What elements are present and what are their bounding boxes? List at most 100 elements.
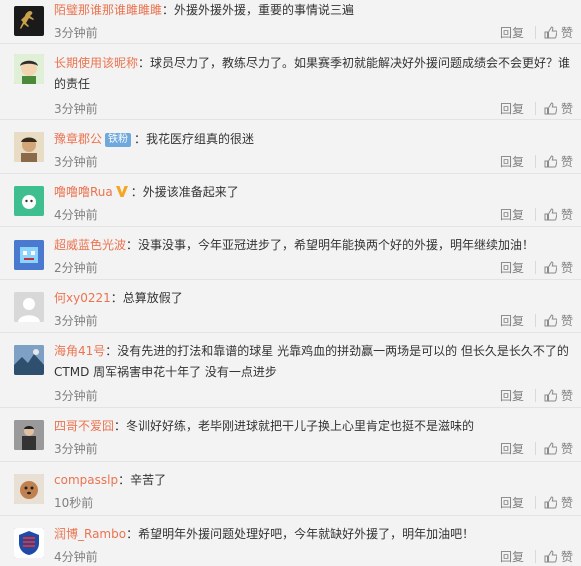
like-button[interactable]: 赞: [544, 24, 573, 41]
like-label: 赞: [560, 550, 573, 564]
like-button[interactable]: 赞: [544, 387, 573, 404]
reply-button[interactable]: 回复: [500, 24, 524, 41]
like-button[interactable]: 赞: [544, 206, 573, 223]
user-name[interactable]: 海角41号: [54, 344, 105, 358]
comment-item: 陌璧那谁那谁雎雎雎：外援外援外援，重要的事情说三遍 3分钟前 回复 赞: [0, 0, 581, 44]
vip-icon[interactable]: [115, 184, 129, 198]
comment-item: 长期使用该昵称：球员尽力了，教练尽力了。如果赛季初就能解决好外援问题成绩会不会更…: [0, 44, 581, 120]
comment-text: compasslp：辛苦了: [54, 470, 571, 491]
comment-text: 豫章郡公 铁粉 ：我花医疗组真的很迷: [54, 129, 571, 150]
avatar[interactable]: [14, 420, 44, 450]
divider: [534, 261, 536, 274]
comment-text: 噜噜噜Rua ：外援该准备起来了: [54, 182, 571, 203]
comment-text: 四哥不爱囧：冬训好好练，老毕刚进球就把干儿子换上心里肯定也挺不是滋味的: [54, 416, 571, 437]
avatar[interactable]: [14, 132, 44, 162]
comment-list: 陌璧那谁那谁雎雎雎：外援外援外援，重要的事情说三遍 3分钟前 回复 赞 长期使用…: [0, 0, 581, 566]
comment-time: 2分钟前: [54, 261, 98, 275]
reply-button[interactable]: 回复: [500, 387, 524, 404]
comment-text: 海角41号：没有先进的打法和靠谱的球星 光靠鸡血的拼劲赢一两场是可以的 但长久是…: [54, 341, 571, 383]
like-label: 赞: [560, 261, 573, 275]
user-name[interactable]: 长期使用该昵称: [54, 56, 138, 70]
reply-button[interactable]: 回复: [500, 153, 524, 170]
comment-time: 4分钟前: [54, 208, 98, 222]
comment-time: 4分钟前: [54, 550, 98, 564]
reply-button[interactable]: 回复: [500, 312, 524, 329]
avatar[interactable]: [14, 240, 44, 270]
thumbs-up-icon: [544, 389, 557, 402]
thumbs-up-icon: [544, 26, 557, 39]
avatar[interactable]: [14, 474, 44, 504]
like-label: 赞: [560, 26, 573, 40]
user-name[interactable]: 四哥不爱囧: [54, 419, 114, 433]
comment-time: 3分钟前: [54, 442, 98, 456]
avatar[interactable]: [14, 186, 44, 216]
comment-time: 3分钟前: [54, 26, 98, 40]
reply-button[interactable]: 回复: [500, 206, 524, 223]
comment-item: 超威蓝色光波：没事没事，今年亚冠进步了，希望明年能换两个好的外援，明年继续加油！…: [0, 227, 581, 280]
user-name[interactable]: 何xy0221: [54, 291, 111, 305]
divider: [534, 208, 536, 221]
divider: [534, 26, 536, 39]
thumbs-up-icon: [544, 550, 557, 563]
like-label: 赞: [560, 496, 573, 510]
thumbs-up-icon: [544, 442, 557, 455]
like-button[interactable]: 赞: [544, 312, 573, 329]
reply-button[interactable]: 回复: [500, 100, 524, 117]
comment-actions: 回复 赞: [500, 440, 573, 457]
divider: [534, 389, 536, 402]
comment-actions: 回复 赞: [500, 494, 573, 511]
avatar[interactable]: [14, 54, 44, 84]
like-button[interactable]: 赞: [544, 259, 573, 276]
reply-button[interactable]: 回复: [500, 494, 524, 511]
divider: [534, 496, 536, 509]
comment-actions: 回复 赞: [500, 259, 573, 276]
comment-item: compasslp：辛苦了 10秒前 回复 赞: [0, 462, 581, 516]
like-button[interactable]: 赞: [544, 548, 573, 565]
reply-button[interactable]: 回复: [500, 440, 524, 457]
comment-text: 何xy0221：总算放假了: [54, 288, 571, 309]
comment-actions: 回复 赞: [500, 312, 573, 329]
user-name[interactable]: 陌璧那谁那谁雎雎雎: [54, 3, 162, 17]
user-name[interactable]: 噜噜噜Rua: [54, 185, 113, 199]
comment-body: ：总算放假了: [110, 291, 183, 305]
like-button[interactable]: 赞: [544, 153, 573, 170]
comment-item: 何xy0221：总算放假了 3分钟前 回复 赞: [0, 280, 581, 333]
comment-actions: 回复 赞: [500, 387, 573, 404]
thumbs-up-icon: [544, 261, 557, 274]
comment-item: 噜噜噜Rua ：外援该准备起来了 4分钟前 回复 赞: [0, 174, 581, 227]
comment-text: 润博_Rambo：希望明年外援问题处理好吧，今年就缺好外援了，明年加油吧！: [54, 524, 571, 545]
thumbs-up-icon: [544, 496, 557, 509]
divider: [534, 155, 536, 168]
user-name[interactable]: 豫章郡公: [54, 132, 102, 146]
avatar[interactable]: [14, 345, 44, 375]
avatar[interactable]: [14, 292, 44, 322]
user-name[interactable]: compasslp: [54, 473, 118, 487]
avatar[interactable]: [14, 6, 44, 36]
like-button[interactable]: 赞: [544, 100, 573, 117]
thumbs-up-icon: [544, 208, 557, 221]
user-name[interactable]: 超威蓝色光波: [54, 238, 126, 252]
divider: [534, 442, 536, 455]
avatar[interactable]: [14, 528, 44, 558]
user-name[interactable]: 润博_Rambo: [54, 527, 126, 541]
like-label: 赞: [560, 102, 573, 116]
comment-time: 3分钟前: [54, 389, 98, 403]
fan-badge[interactable]: 铁粉: [105, 133, 132, 147]
divider: [534, 550, 536, 563]
comment-actions: 回复 赞: [500, 548, 573, 565]
thumbs-up-icon: [544, 155, 557, 168]
comment-body: ：冬训好好练，老毕刚进球就把干儿子换上心里肯定也挺不是滋味的: [114, 419, 475, 433]
like-label: 赞: [560, 442, 573, 456]
comment-item: 润博_Rambo：希望明年外援问题处理好吧，今年就缺好外援了，明年加油吧！ 4分…: [0, 516, 581, 566]
reply-button[interactable]: 回复: [500, 548, 524, 565]
comment-body: ：辛苦了: [118, 473, 167, 487]
like-label: 赞: [560, 155, 573, 169]
like-button[interactable]: 赞: [544, 440, 573, 457]
divider: [534, 314, 536, 327]
comment-actions: 回复 赞: [500, 24, 573, 41]
comment-time: 3分钟前: [54, 155, 98, 169]
comment-actions: 回复 赞: [500, 206, 573, 223]
comment-body: ：外援外援外援，重要的事情说三遍: [162, 3, 355, 17]
like-button[interactable]: 赞: [544, 494, 573, 511]
reply-button[interactable]: 回复: [500, 259, 524, 276]
